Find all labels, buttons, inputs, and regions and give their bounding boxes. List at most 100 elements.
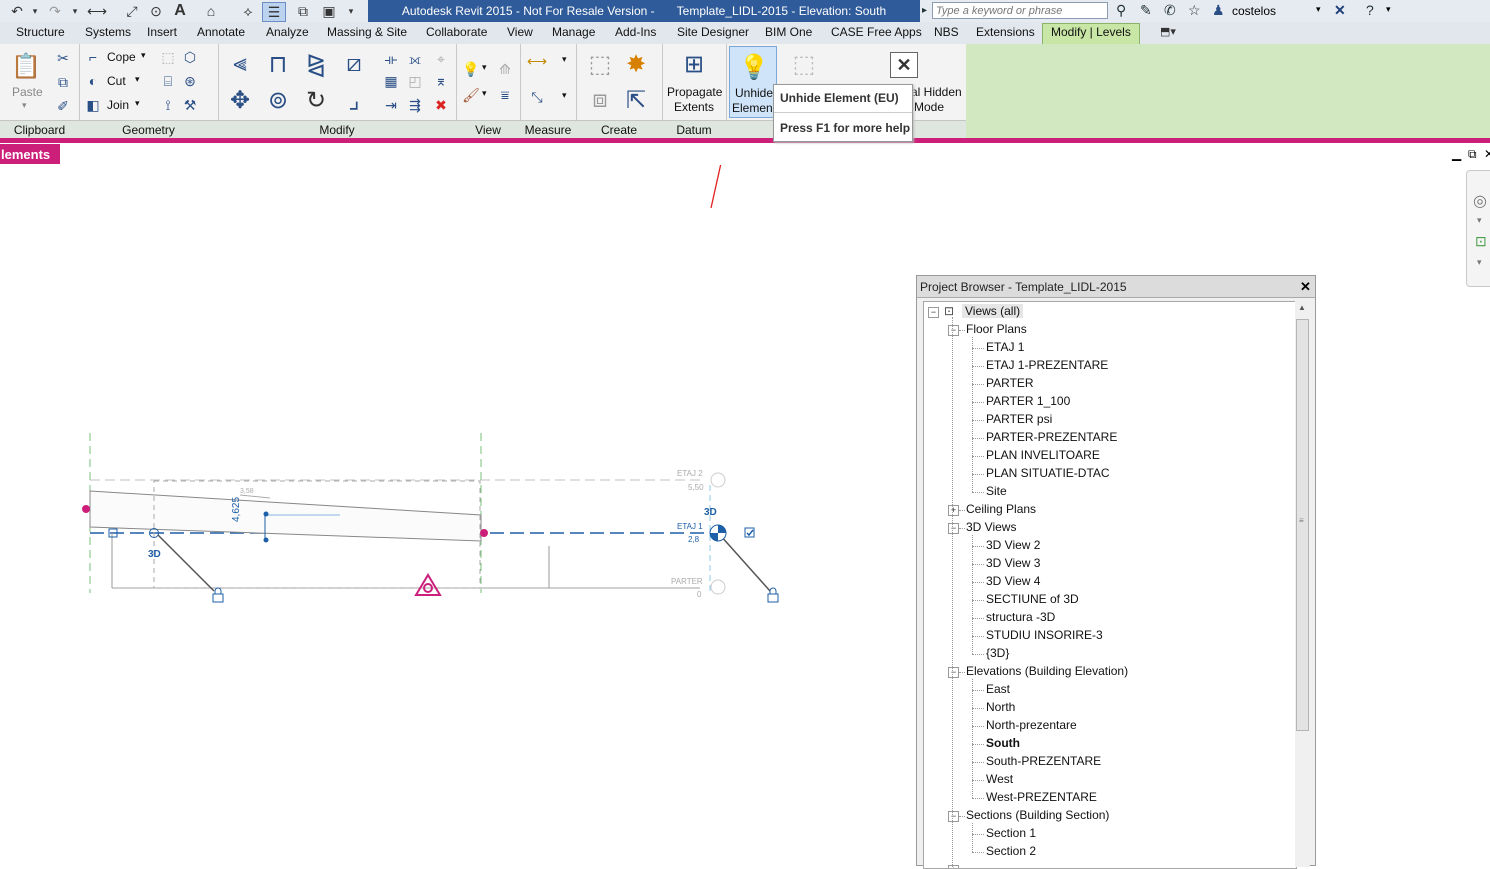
cut-label[interactable]: Cut [107, 74, 126, 88]
redo-icon[interactable]: ↷ [44, 2, 66, 20]
unhide-element-button[interactable]: 💡 Unhide Elemen [729, 46, 777, 118]
tree-item[interactable]: Section 2 [986, 844, 1036, 858]
level-value-etaj1[interactable]: 2,8 [688, 535, 699, 544]
paste-dropdown-icon[interactable]: ▾ [22, 100, 27, 111]
communication-icon[interactable]: ✆ [1164, 2, 1176, 19]
project-browser-close-icon[interactable]: ✕ [1300, 279, 1311, 295]
help-dropdown-icon[interactable]: ▾ [1386, 4, 1391, 15]
3d-view-icon[interactable]: ⌂ [200, 2, 222, 20]
zoom-dropdown-icon[interactable]: ▾ [1477, 257, 1482, 268]
tree-item[interactable]: {3D} [986, 646, 1009, 660]
tree-group-toggle[interactable]: − [948, 811, 959, 822]
tag-icon[interactable]: ⊙ [146, 2, 166, 20]
tab-structure[interactable]: Structure [16, 25, 65, 39]
trim-single-icon[interactable]: ⇥ [382, 96, 400, 114]
binoculars-icon[interactable]: ⚲ [1116, 2, 1126, 19]
tree-item[interactable]: West [986, 772, 1013, 786]
cope-dropdown-icon[interactable]: ▾ [141, 50, 146, 61]
tree-item[interactable]: Site [986, 484, 1007, 498]
tree-collapse-toggle[interactable]: − [928, 307, 939, 318]
measure-icon[interactable]: ⟷ [86, 2, 108, 20]
steering-wheel-icon[interactable]: ◎ [1473, 191, 1487, 211]
propagate-extents-icon[interactable]: ⊞ [678, 48, 710, 80]
tree-item[interactable]: South-PREZENTARE [986, 754, 1101, 768]
tree-item[interactable]: North [986, 700, 1015, 714]
tag-3d-left[interactable]: 3D [148, 549, 161, 560]
delete-icon[interactable]: ✖ [432, 96, 450, 114]
reveal-hidden-label-1[interactable]: al Hidden [911, 85, 962, 99]
browser-scrollbar-thumb[interactable]: ≡ [1296, 319, 1309, 731]
copy-icon[interactable]: ⧉ [54, 73, 72, 91]
split-face-icon[interactable]: ⬚ [159, 48, 177, 66]
thin-lines-icon[interactable]: ☰ [262, 2, 286, 22]
tab-manage[interactable]: Manage [552, 25, 595, 39]
zoom-region-icon[interactable]: ⊡ [1475, 233, 1487, 250]
tree-item[interactable]: PARTER [986, 376, 1034, 390]
tag-3d-right[interactable]: 3D [704, 507, 717, 518]
search-input[interactable]: Type a keyword or phrase [932, 2, 1108, 19]
subscription-icon[interactable]: ✎ [1140, 2, 1152, 19]
unhide-category-icon[interactable]: ⬚ [788, 48, 820, 80]
browser-scrollbar[interactable]: ▲ ≡ [1295, 301, 1310, 867]
tree-item[interactable]: STUDIU INSORIRE-3 [986, 628, 1103, 642]
lock-icon-left[interactable] [213, 588, 223, 602]
tab-analyze[interactable]: Analyze [266, 25, 309, 39]
tree-item[interactable]: North-prezentare [986, 718, 1077, 732]
tree-item[interactable]: 3D View 4 [986, 574, 1040, 588]
paste-label[interactable]: Paste [12, 85, 43, 99]
tree-root-views[interactable]: Views (all) [962, 304, 1023, 318]
section-icon[interactable]: ⟡ [238, 2, 258, 20]
mirror-draw-axis-icon[interactable]: ⧄ [338, 48, 370, 80]
browser-tree[interactable]: −⊡Views (all)−Floor PlansETAJ 1ETAJ 1-PR… [923, 301, 1297, 869]
move-icon[interactable]: ✥ [224, 84, 256, 116]
propagate-label-1[interactable]: Propagate [667, 85, 722, 99]
tab-massing-site[interactable]: Massing & Site [327, 25, 407, 39]
tree-group[interactable]: Ceiling Plans [966, 502, 1036, 516]
tree-item[interactable]: ETAJ 1 [986, 340, 1024, 354]
cut-dropdown-icon[interactable]: ▾ [135, 74, 140, 85]
tree-item[interactable]: PLAN INVELITOARE [986, 448, 1100, 462]
create-similar-icon[interactable]: ⇱ [620, 84, 652, 116]
join-label[interactable]: Join [107, 98, 129, 112]
measure-dropdown-icon[interactable]: ▾ [562, 54, 567, 65]
close-reveal-hidden-icon[interactable]: ✕ [890, 52, 918, 78]
cut-geometry-icon[interactable]: ◐ [84, 72, 102, 90]
measure-between-icon[interactable]: ⟷ [528, 52, 546, 70]
tree-item[interactable]: PARTER psi [986, 412, 1052, 426]
create-parts-icon[interactable]: ✸ [620, 48, 652, 80]
propagate-label-2[interactable]: Extents [674, 100, 714, 114]
view-close-icon[interactable]: ✕ [1484, 147, 1490, 161]
username[interactable]: costelos [1232, 4, 1276, 18]
tab-nbs[interactable]: NBS [934, 25, 959, 39]
tab-extensions[interactable]: Extensions [976, 25, 1035, 39]
split-element-icon[interactable]: ⟛ [382, 50, 400, 68]
tree-item[interactable]: PARTER-PREZENTARE [986, 430, 1117, 444]
redo-dropdown-icon[interactable]: ▾ [70, 2, 80, 20]
crop-handle-right[interactable] [480, 529, 488, 537]
undo-icon[interactable]: ↶ [6, 2, 28, 20]
tree-item[interactable]: 3D View 3 [986, 556, 1040, 570]
expand-search-icon[interactable]: ▸ [922, 5, 927, 16]
override-graphics-icon[interactable]: ⟰ [496, 60, 514, 78]
scale-icon[interactable]: ◰ [406, 72, 424, 90]
tab-bim-one[interactable]: BIM One [765, 25, 812, 39]
tree-item[interactable]: PLAN SITUATIE-DTAC [986, 466, 1110, 480]
tab-add-ins[interactable]: Add-Ins [615, 25, 656, 39]
linework-brush-icon[interactable]: 🖌 [462, 86, 480, 104]
tree-group[interactable]: Elevations (Building Elevation) [966, 664, 1128, 678]
level-name-etaj1[interactable]: ETAJ 1 [677, 522, 703, 531]
aligned-dimension-icon[interactable]: ⤡ [528, 88, 546, 106]
split-gap-icon[interactable]: ⟗ [406, 50, 424, 68]
view-minimize-icon[interactable]: ▁ [1452, 147, 1461, 161]
dimension-grip-bottom[interactable] [264, 538, 269, 543]
cope-label[interactable]: Cope [107, 50, 136, 64]
tree-group-toggle[interactable]: − [948, 523, 959, 534]
tree-group[interactable]: Sections (Building Section) [966, 808, 1109, 822]
hide-dropdown-icon[interactable]: ▾ [482, 62, 487, 73]
tree-group[interactable]: Floor Plans [966, 322, 1027, 336]
dimension-grip-top[interactable] [264, 512, 269, 517]
tab-modify-levels[interactable]: Modify | Levels [1042, 23, 1140, 44]
tab-view[interactable]: View [507, 25, 533, 39]
help-icon[interactable]: ? [1366, 2, 1374, 18]
dimension-dropdown-icon[interactable]: ▾ [562, 90, 567, 101]
